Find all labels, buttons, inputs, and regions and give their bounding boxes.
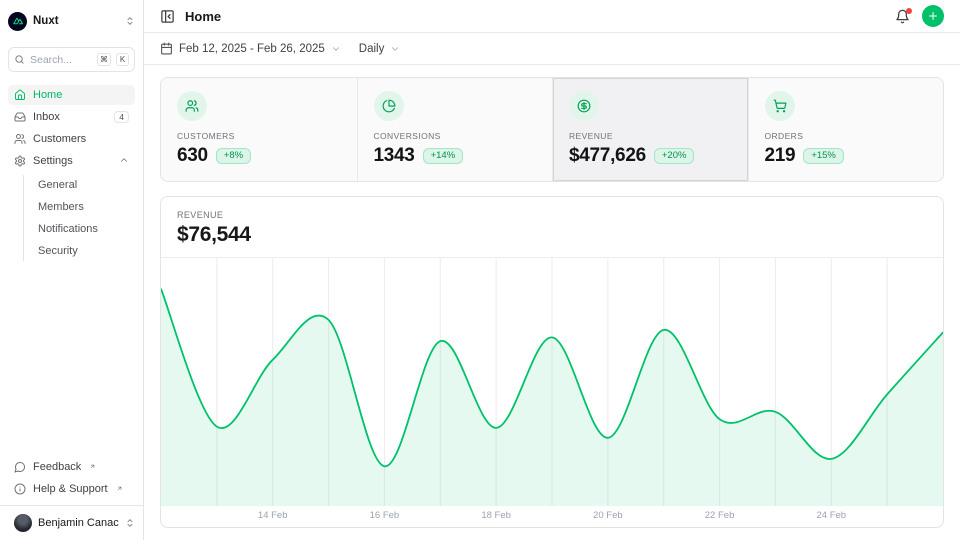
sidebar-item-home[interactable]: Home: [8, 85, 135, 105]
info-icon: [14, 483, 26, 495]
pie-chart-icon: [374, 91, 404, 121]
page-title: Home: [185, 9, 221, 24]
sidebar-item-customers[interactable]: Customers: [8, 129, 135, 149]
stat-delta-badge: +20%: [654, 148, 695, 165]
nav-label: Home: [33, 89, 62, 101]
chevrons-up-down-icon: [125, 518, 135, 528]
kbd-key: K: [116, 53, 129, 66]
footer-label: Help & Support: [33, 483, 108, 495]
sidebar-item-notifications[interactable]: Notifications: [32, 219, 135, 239]
arrow-up-right-icon: [115, 483, 123, 495]
stat-card-orders[interactable]: ORDERS 219 +15%: [748, 78, 944, 181]
search-icon: [14, 54, 25, 65]
date-range-label: Feb 12, 2025 - Feb 26, 2025: [179, 43, 325, 55]
add-button[interactable]: [922, 5, 944, 27]
gear-icon: [14, 155, 26, 167]
stat-delta-badge: +14%: [423, 148, 464, 165]
user-name: Benjamin Canac: [38, 517, 119, 529]
house-icon: [14, 89, 26, 101]
sidebar-nav: Home Inbox 4 Customers Settings General: [0, 85, 143, 261]
arrow-up-right-icon: [88, 461, 96, 473]
stat-delta-badge: +15%: [803, 148, 844, 165]
plus-icon: [927, 10, 939, 22]
workspace-name: Nuxt: [33, 15, 59, 27]
chart-metric-label: REVENUE: [177, 210, 927, 220]
dashboard-content: CUSTOMERS 630 +8% CONVERSIONS 1343 +14%: [144, 65, 960, 540]
granularity-label: Daily: [359, 43, 385, 55]
collapse-sidebar-button[interactable]: [160, 9, 175, 24]
stat-label: CUSTOMERS: [177, 131, 341, 141]
nav-label: Customers: [33, 133, 86, 145]
sidebar-item-members[interactable]: Members: [32, 197, 135, 217]
settings-subnav: General Members Notifications Security: [23, 175, 135, 261]
footer-label: Feedback: [33, 461, 81, 473]
avatar: [14, 514, 32, 532]
revenue-chart-card: REVENUE $76,544 14 Feb 16 Feb 18 Feb 20 Feb…: [160, 196, 944, 528]
stat-value: $477,626: [569, 145, 646, 167]
message-circle-icon: [14, 461, 26, 473]
stat-card-conversions[interactable]: CONVERSIONS 1343 +14%: [357, 78, 553, 181]
workspace-selector[interactable]: Nuxt: [8, 8, 135, 34]
sidebar-spacer: [0, 261, 143, 457]
stat-delta-badge: +8%: [216, 148, 251, 165]
chart-header: REVENUE $76,544: [161, 197, 943, 258]
stat-label: ORDERS: [765, 131, 928, 141]
shopping-cart-icon: [765, 91, 795, 121]
kbd-meta: ⌘: [97, 53, 111, 66]
topbar: Home: [144, 0, 960, 33]
filter-toolbar: Feb 12, 2025 - Feb 26, 2025 Daily: [144, 33, 960, 65]
revenue-area-chart[interactable]: [161, 258, 943, 506]
x-axis-tick-label: 18 Feb: [481, 510, 511, 521]
chevron-down-icon: [331, 44, 341, 54]
x-axis-tick-label: 16 Feb: [370, 510, 400, 521]
sidebar: Nuxt Search... ⌘ K Home Inbox 4 Cust: [0, 0, 144, 540]
app-root: Nuxt Search... ⌘ K Home Inbox 4 Cust: [0, 0, 960, 540]
topbar-actions: [895, 5, 944, 27]
stat-card-revenue[interactable]: REVENUE $477,626 +20%: [552, 78, 748, 181]
chart-x-axis: 14 Feb 16 Feb 18 Feb 20 Feb 22 Feb 24 Feb: [161, 506, 943, 527]
users-icon: [14, 133, 26, 145]
stat-value: 219: [765, 145, 796, 167]
x-axis-tick-label: 22 Feb: [705, 510, 735, 521]
nav-label: Settings: [33, 155, 73, 167]
search-placeholder: Search...: [30, 54, 92, 66]
inbox-count-badge: 4: [114, 111, 129, 124]
stat-value: 1343: [374, 145, 415, 167]
sidebar-footer: Feedback Help & Support: [0, 457, 143, 505]
users-icon: [177, 91, 207, 121]
date-range-picker[interactable]: Feb 12, 2025 - Feb 26, 2025: [160, 42, 341, 55]
feedback-link[interactable]: Feedback: [8, 457, 135, 477]
chart-metric-value: $76,544: [177, 223, 927, 247]
dollar-circle-icon: [569, 91, 599, 121]
sidebar-item-inbox[interactable]: Inbox 4: [8, 107, 135, 127]
stat-label: REVENUE: [569, 131, 732, 141]
help-support-link[interactable]: Help & Support: [8, 479, 135, 499]
x-axis-tick-label: 20 Feb: [593, 510, 623, 521]
nuxt-logo-icon: [8, 12, 27, 31]
stat-label: CONVERSIONS: [374, 131, 537, 141]
notifications-button[interactable]: [895, 9, 910, 24]
stat-value: 630: [177, 145, 208, 167]
area-chart-svg[interactable]: [161, 258, 943, 506]
sidebar-item-settings[interactable]: Settings: [8, 151, 135, 171]
chevrons-up-down-icon: [125, 16, 135, 26]
inbox-icon: [14, 111, 26, 123]
granularity-select[interactable]: Daily: [359, 43, 401, 55]
search-input[interactable]: Search... ⌘ K: [8, 47, 135, 72]
chevron-up-icon: [119, 155, 129, 168]
sidebar-item-general[interactable]: General: [32, 175, 135, 195]
stat-card-customers[interactable]: CUSTOMERS 630 +8%: [161, 78, 357, 181]
panel-left-close-icon: [160, 9, 175, 24]
nav-label: Inbox: [33, 111, 60, 123]
calendar-icon: [160, 42, 173, 55]
stats-row: CUSTOMERS 630 +8% CONVERSIONS 1343 +14%: [160, 77, 944, 182]
chevron-down-icon: [390, 44, 400, 54]
sidebar-item-security[interactable]: Security: [32, 241, 135, 261]
x-axis-tick-label: 24 Feb: [816, 510, 846, 521]
notification-dot: [906, 8, 912, 14]
main-area: Home Feb 12, 2025 - Feb 26, 2025 Daily: [144, 0, 960, 540]
x-axis-tick-label: 14 Feb: [258, 510, 288, 521]
user-menu[interactable]: Benjamin Canac: [0, 505, 143, 540]
